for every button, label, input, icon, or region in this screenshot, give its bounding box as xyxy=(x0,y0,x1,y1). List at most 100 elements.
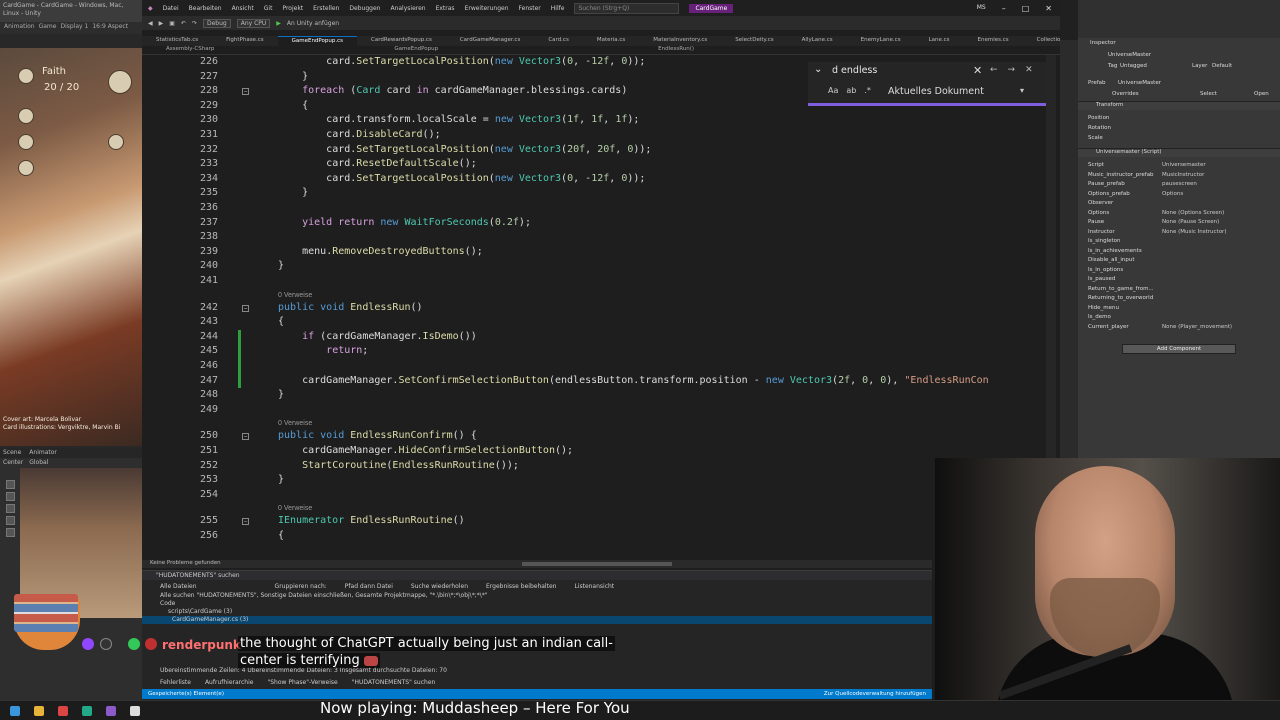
tab-statisticstab[interactable]: StatisticsTab.cs xyxy=(142,36,212,46)
fold-toggle-icon[interactable]: − xyxy=(242,304,249,312)
menu-analysieren[interactable]: Analysieren xyxy=(390,5,425,12)
repeat-search-button[interactable]: Suche wiederholen xyxy=(411,583,468,590)
inspector-field-value[interactable]: pausescreen xyxy=(1162,181,1197,187)
menu-projekt[interactable]: Projekt xyxy=(282,5,303,12)
menu-debuggen[interactable]: Debuggen xyxy=(349,5,380,12)
undo-icon[interactable]: ↶ xyxy=(181,20,186,27)
fold-toggle-icon[interactable]: − xyxy=(242,518,249,526)
keep-results-button[interactable]: Ergebnisse beibehalten xyxy=(486,583,556,590)
app-icon[interactable] xyxy=(82,706,92,716)
inspector-field-value[interactable]: None (Player_movement) xyxy=(1162,324,1232,330)
references-codelens[interactable]: 0 Verweise xyxy=(278,420,312,429)
play-icon[interactable]: ▶ xyxy=(276,20,281,27)
member-select[interactable]: EndlessRun() xyxy=(658,46,694,54)
code-line[interactable]: 252 StartCoroutine(EndlessRunRoutine()); xyxy=(142,459,1048,474)
back-icon[interactable]: ◀ xyxy=(148,20,153,27)
code-line[interactable]: 232 card.SetTargetLocalPosition(new Vect… xyxy=(142,143,1048,158)
menu-bearbeiten[interactable]: Bearbeiten xyxy=(189,5,222,12)
tab-error-list[interactable]: Fehlerliste xyxy=(160,679,191,686)
tab-gameendpopup[interactable]: GameEndPopup.cs xyxy=(277,36,358,46)
tab-materiainventory[interactable]: MateriaInventory.cs xyxy=(639,36,721,46)
tab-card[interactable]: Card.cs xyxy=(534,36,583,46)
menu-ansicht[interactable]: Ansicht xyxy=(232,5,254,12)
add-component-button[interactable]: Add Component xyxy=(1122,344,1236,354)
clear-find-icon[interactable]: ✕ xyxy=(973,64,982,77)
inspector-field-value[interactable]: None (Options Screen) xyxy=(1162,210,1224,216)
code-editor[interactable]: 226 card.SetTargetLocalPosition(new Vect… xyxy=(142,55,1048,560)
inspector-field-value[interactable]: None (Music Instructor) xyxy=(1162,229,1226,235)
maximize-icon[interactable]: □ xyxy=(1022,4,1030,13)
code-line[interactable]: 251 cardGameManager.HideConfirmSelection… xyxy=(142,444,1048,459)
whole-word-icon[interactable]: ab xyxy=(846,86,856,95)
code-line[interactable]: 246 xyxy=(142,359,1048,374)
overrides-select[interactable]: Overrides xyxy=(1112,91,1139,97)
tab-collection[interactable]: Collection.cs xyxy=(1023,36,1060,46)
scope-select[interactable]: Alle Dateien xyxy=(160,583,197,590)
tab-cardrewardspopup[interactable]: CardRewardsPopup.cs xyxy=(357,36,446,46)
tab-selectdeity[interactable]: SelectDeity.cs xyxy=(721,36,787,46)
tab-call-hierarchy[interactable]: Aufrufhierarchie xyxy=(205,679,254,686)
list-view-button[interactable]: Listenansicht xyxy=(574,583,614,590)
menu-fenster[interactable]: Fenster xyxy=(519,5,541,12)
menu-erstellen[interactable]: Erstellen xyxy=(313,5,339,12)
code-line[interactable]: 233 card.ResetDefaultScale(); xyxy=(142,157,1048,172)
code-line[interactable]: 243 { xyxy=(142,315,1048,330)
prefab-value[interactable]: UniverseMaster xyxy=(1118,80,1161,86)
code-line[interactable]: 241 xyxy=(142,274,1048,289)
hand-tool-icon[interactable] xyxy=(6,480,15,489)
close-icon[interactable]: ✕ xyxy=(1045,4,1052,13)
inspector-field-value[interactable]: MusicInstructor xyxy=(1162,172,1204,178)
tab-materia[interactable]: Materia.cs xyxy=(583,36,639,46)
regex-icon[interactable]: .* xyxy=(864,86,871,95)
references-codelens[interactable]: 0 Verweise xyxy=(278,505,312,514)
find-previous-icon[interactable]: ← xyxy=(990,65,998,75)
editor-horizontal-scrollbar[interactable]: Keine Probleme gefunden xyxy=(142,560,932,568)
tab-fightphase[interactable]: FightPhase.cs xyxy=(212,36,278,46)
code-line[interactable]: 256 { xyxy=(142,529,1048,544)
tab-lane[interactable]: Lane.cs xyxy=(915,36,964,46)
map-icon[interactable] xyxy=(108,134,124,150)
code-line[interactable]: 237 yield return new WaitForSeconds(0.2f… xyxy=(142,216,1048,231)
assembly-select[interactable]: Assembly-CSharp xyxy=(166,46,214,54)
unity-icon[interactable] xyxy=(130,706,140,716)
attach-unity-button[interactable]: An Unity anfügen xyxy=(287,20,339,27)
tab-cardgamemanager[interactable]: CardGameManager.cs xyxy=(446,36,534,46)
code-line[interactable]: 247 cardGameManager.SetConfirmSelectionB… xyxy=(142,373,1048,389)
code-line[interactable]: 244 if (cardGameManager.IsDemo()) xyxy=(142,329,1048,345)
close-find-icon[interactable]: ✕ xyxy=(1025,65,1033,75)
start-icon[interactable] xyxy=(10,706,20,716)
redo-icon[interactable]: ↷ xyxy=(192,20,197,27)
code-line[interactable]: 231 card.DisableCard(); xyxy=(142,128,1048,143)
code-line[interactable]: 239 menu.RemoveDestroyedButtons(); xyxy=(142,245,1048,260)
scale-tool-icon[interactable] xyxy=(6,516,15,525)
tab-game[interactable]: Game xyxy=(39,23,57,33)
find-next-icon[interactable]: → xyxy=(1008,65,1016,75)
tag-select[interactable]: Untagged xyxy=(1120,63,1147,69)
vs-search-input[interactable]: Suchen (Strg+Q) xyxy=(574,2,680,14)
code-line[interactable]: 242 public void EndlessRun() − xyxy=(142,301,1048,316)
layer-select[interactable]: Default xyxy=(1212,63,1232,69)
tab-enemies[interactable]: Enemies.cs xyxy=(964,36,1023,46)
find-input[interactable]: d endless xyxy=(832,65,877,76)
menu-erweiterungen[interactable]: Erweiterungen xyxy=(465,5,509,12)
user-initials[interactable]: MS xyxy=(977,4,986,13)
rotate-tool-icon[interactable] xyxy=(6,504,15,513)
inspector-field-value[interactable]: Options xyxy=(1162,191,1183,197)
browser-icon[interactable] xyxy=(58,706,68,716)
global-toggle[interactable]: Global xyxy=(29,459,48,466)
scroll-thumb[interactable] xyxy=(522,562,672,566)
config-select[interactable]: Debug xyxy=(202,18,231,28)
code-line[interactable]: 238 xyxy=(142,230,1048,245)
minimize-icon[interactable]: – xyxy=(1002,4,1006,13)
deck-icon[interactable] xyxy=(108,70,132,94)
open-button[interactable]: Open xyxy=(1254,91,1269,97)
menu-extras[interactable]: Extras xyxy=(436,5,455,12)
pivot-center-toggle[interactable]: Center xyxy=(3,459,23,466)
chevron-down-icon[interactable]: ▾ xyxy=(1020,86,1024,95)
code-line[interactable]: 240} xyxy=(142,259,1048,274)
code-line[interactable]: 249 xyxy=(142,403,1048,418)
class-select[interactable]: GameEndPopup xyxy=(394,46,438,54)
vs-icon[interactable] xyxy=(106,706,116,716)
tab-animator[interactable]: Animator xyxy=(29,449,57,457)
object-name[interactable]: UniverseMaster xyxy=(1108,52,1151,58)
